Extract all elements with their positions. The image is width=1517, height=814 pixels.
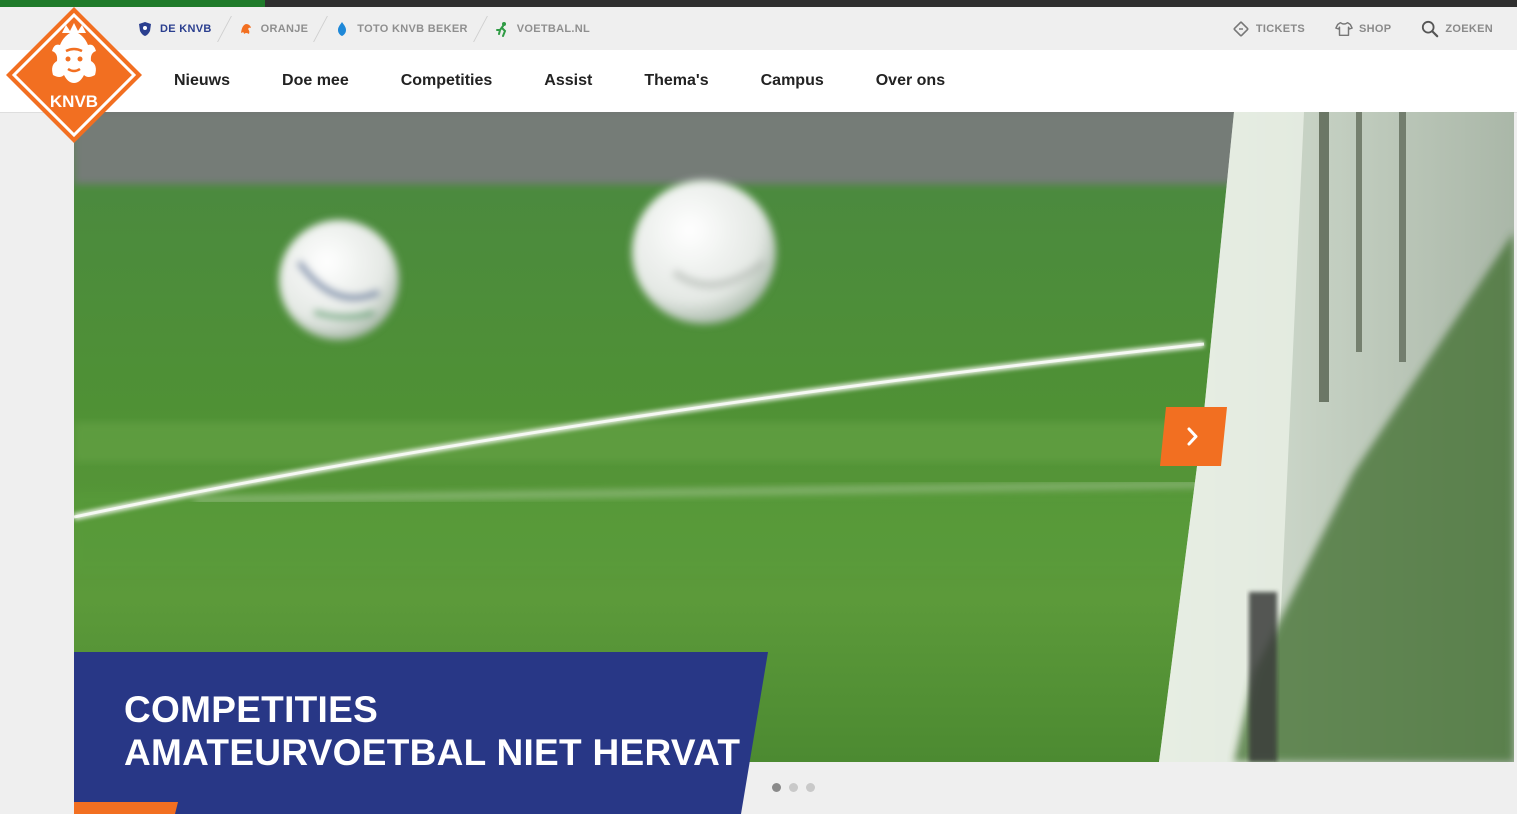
browser-top-strip xyxy=(0,0,1517,7)
nav-item-doe-mee[interactable]: Doe mee xyxy=(256,50,375,112)
knvb-logo-icon: KNVB xyxy=(6,7,142,143)
hero-headline-line-1: COMPETITIES xyxy=(124,689,379,730)
utility-links: DE KNVB ORANJE TOTO KNVB BEKER VOETBAL.N… xyxy=(136,7,602,50)
search-icon xyxy=(1421,20,1439,38)
utility-link-label: ORANJE xyxy=(260,22,309,35)
hero-headline: COMPETITIES AMATEURVOETBAL NIET HERVAT xyxy=(124,688,744,774)
logo-text: KNVB xyxy=(50,92,98,111)
nav-item-campus[interactable]: Campus xyxy=(735,50,850,112)
carousel-dot-3[interactable] xyxy=(806,783,815,792)
utility-bar: DE KNVB ORANJE TOTO KNVB BEKER VOETBAL.N… xyxy=(0,7,1517,50)
carousel-pagination xyxy=(772,783,815,792)
main-nav-list: Nieuws Doe mee Competities Assist Thema'… xyxy=(148,50,971,112)
shirt-icon xyxy=(1335,20,1353,38)
search-label: ZOEKEN xyxy=(1445,22,1493,35)
carousel-next-button[interactable] xyxy=(1160,407,1227,466)
utility-link-toto-knvb-beker[interactable]: TOTO KNVB BEKER xyxy=(333,20,479,38)
lion-icon xyxy=(237,20,255,38)
cup-icon xyxy=(333,20,351,38)
nav-item-assist[interactable]: Assist xyxy=(518,50,618,112)
main-navigation: Nieuws Doe mee Competities Assist Thema'… xyxy=(0,50,1517,112)
utility-right-links: TICKETS SHOP ZOEKEN xyxy=(1232,7,1493,50)
nav-item-competities[interactable]: Competities xyxy=(375,50,519,112)
shop-label: SHOP xyxy=(1358,22,1392,35)
nav-item-themas[interactable]: Thema's xyxy=(618,50,734,112)
shop-link[interactable]: SHOP xyxy=(1335,20,1391,38)
utility-link-label: TOTO KNVB BEKER xyxy=(357,22,468,35)
utility-link-de-knvb[interactable]: DE KNVB xyxy=(136,20,224,38)
utility-link-voetbal-nl[interactable]: VOETBAL.NL xyxy=(493,20,602,38)
search-link[interactable]: ZOEKEN xyxy=(1421,20,1493,38)
nav-item-nieuws[interactable]: Nieuws xyxy=(148,50,256,112)
carousel-dot-2[interactable] xyxy=(789,783,798,792)
knvb-logo[interactable]: KNVB xyxy=(4,5,144,145)
chevron-right-icon xyxy=(1160,407,1227,466)
player-icon xyxy=(493,20,511,38)
hero-headline-line-2: AMATEURVOETBAL NIET HERVAT xyxy=(124,732,741,773)
utility-link-label: VOETBAL.NL xyxy=(516,22,590,35)
utility-link-label: DE KNVB xyxy=(160,22,212,35)
hero-headline-panel[interactable]: COMPETITIES AMATEURVOETBAL NIET HERVAT xyxy=(74,652,774,814)
tickets-link[interactable]: TICKETS xyxy=(1232,20,1305,38)
tickets-label: TICKETS xyxy=(1255,22,1305,35)
ticket-icon xyxy=(1232,20,1250,38)
utility-link-oranje[interactable]: ORANJE xyxy=(237,20,321,38)
nav-item-over-ons[interactable]: Over ons xyxy=(850,50,971,112)
